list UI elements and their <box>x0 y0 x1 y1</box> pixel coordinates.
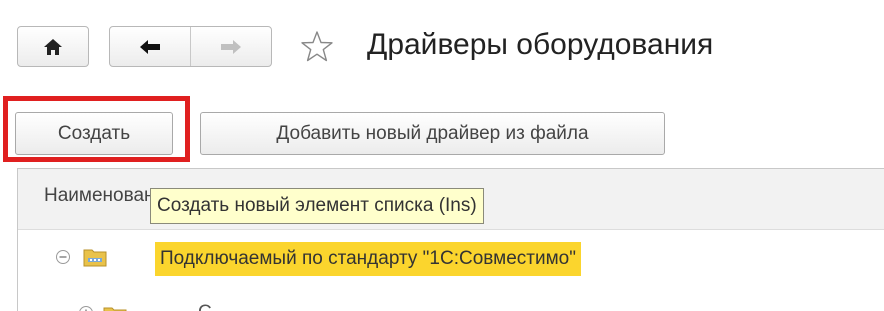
add-driver-from-file-button[interactable]: Добавить новый драйвер из файла <box>200 112 665 155</box>
list-item-name[interactable]: С <box>198 302 212 311</box>
list-row-group[interactable]: С <box>18 285 884 311</box>
folder-icon <box>83 249 107 267</box>
folder-icon <box>103 307 127 311</box>
list-row-group[interactable]: Подключаемый по стандарту "1С:Совместимо… <box>18 230 884 285</box>
arrow-right-icon <box>221 39 241 54</box>
home-icon <box>44 38 62 55</box>
create-button-tooltip: Создать новый элемент списка (Ins) <box>150 188 484 224</box>
history-navigation <box>109 26 272 67</box>
app-window: Драйверы оборудования Создать Добавить н… <box>0 0 884 311</box>
star-outline-icon <box>301 30 333 61</box>
forward-button[interactable] <box>191 27 271 66</box>
page-title: Драйверы оборудования <box>367 28 714 61</box>
list-item-name[interactable]: Подключаемый по стандарту "1С:Совместимо… <box>155 242 581 276</box>
home-button[interactable] <box>17 26 89 67</box>
expand-icon[interactable] <box>78 305 94 311</box>
arrow-left-icon <box>140 39 160 54</box>
collapse-icon[interactable] <box>55 249 71 265</box>
annotation-highlight-box <box>3 96 190 162</box>
back-button[interactable] <box>110 27 191 66</box>
add-to-favorites-button[interactable] <box>297 26 337 66</box>
